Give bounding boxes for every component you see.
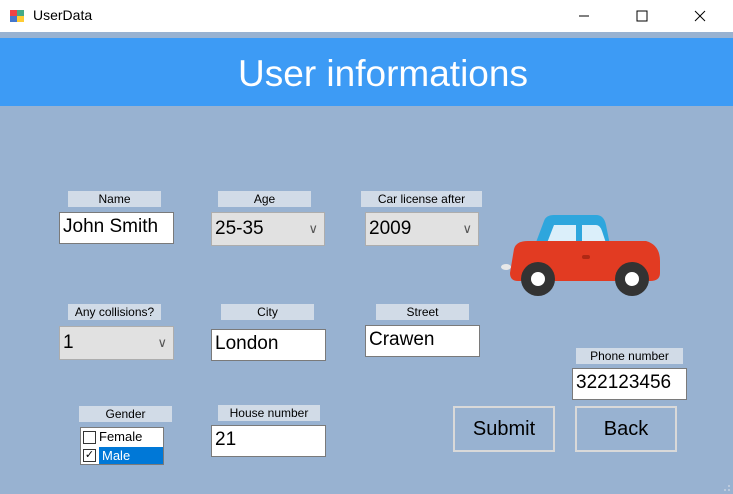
checkbox-checked-icon[interactable]: ✓ [83, 448, 96, 462]
car-license-select-value: 2009 [369, 218, 412, 239]
chevron-down-icon: ∨ [462, 221, 472, 236]
gender-option-female[interactable]: Female [81, 428, 163, 446]
minimize-button[interactable] [561, 0, 607, 32]
name-label: Name [68, 191, 161, 207]
age-select-value: 25-35 [215, 218, 264, 239]
app-icon [10, 10, 24, 22]
collisions-select-value: 1 [63, 332, 74, 353]
checkbox-unchecked-icon[interactable] [83, 430, 96, 444]
street-label: Street [376, 304, 469, 320]
city-field[interactable]: London [211, 329, 326, 361]
car-license-select[interactable]: 2009 ∨ [365, 212, 479, 246]
header-banner: User informations [0, 38, 733, 106]
maximize-button[interactable] [619, 0, 665, 32]
house-number-field[interactable]: 21 [211, 425, 326, 457]
name-field[interactable]: John Smith [59, 212, 174, 244]
minimize-icon [579, 15, 589, 17]
house-number-label: House number [218, 405, 320, 421]
back-button[interactable]: Back [575, 406, 677, 452]
maximize-icon [636, 10, 648, 22]
car-license-label: Car license after [361, 191, 482, 207]
phone-label: Phone number [576, 348, 683, 364]
close-button[interactable] [677, 0, 723, 32]
phone-field[interactable]: 322123456 [572, 368, 687, 400]
age-label: Age [218, 191, 311, 207]
gender-option-label: Male [99, 446, 163, 464]
gender-option-male[interactable]: ✓ Male [81, 446, 163, 464]
collisions-select[interactable]: 1 ∨ [59, 326, 174, 360]
title-bar: UserData [0, 0, 733, 32]
resize-grip-icon[interactable] [721, 482, 731, 492]
street-field[interactable]: Crawen [365, 325, 480, 357]
page-title: User informations [238, 53, 528, 94]
collisions-label: Any collisions? [68, 304, 161, 320]
chevron-down-icon: ∨ [157, 335, 167, 350]
gender-checklist[interactable]: Female ✓ Male [80, 427, 164, 465]
window-title: UserData [33, 7, 93, 23]
city-label: City [221, 304, 314, 320]
gender-option-label: Female [99, 429, 143, 444]
age-select[interactable]: 25-35 ∨ [211, 212, 325, 246]
close-icon [694, 10, 706, 22]
car-icon [501, 215, 660, 296]
submit-button[interactable]: Submit [453, 406, 555, 452]
chevron-down-icon: ∨ [308, 221, 318, 236]
gender-label: Gender [79, 406, 172, 422]
